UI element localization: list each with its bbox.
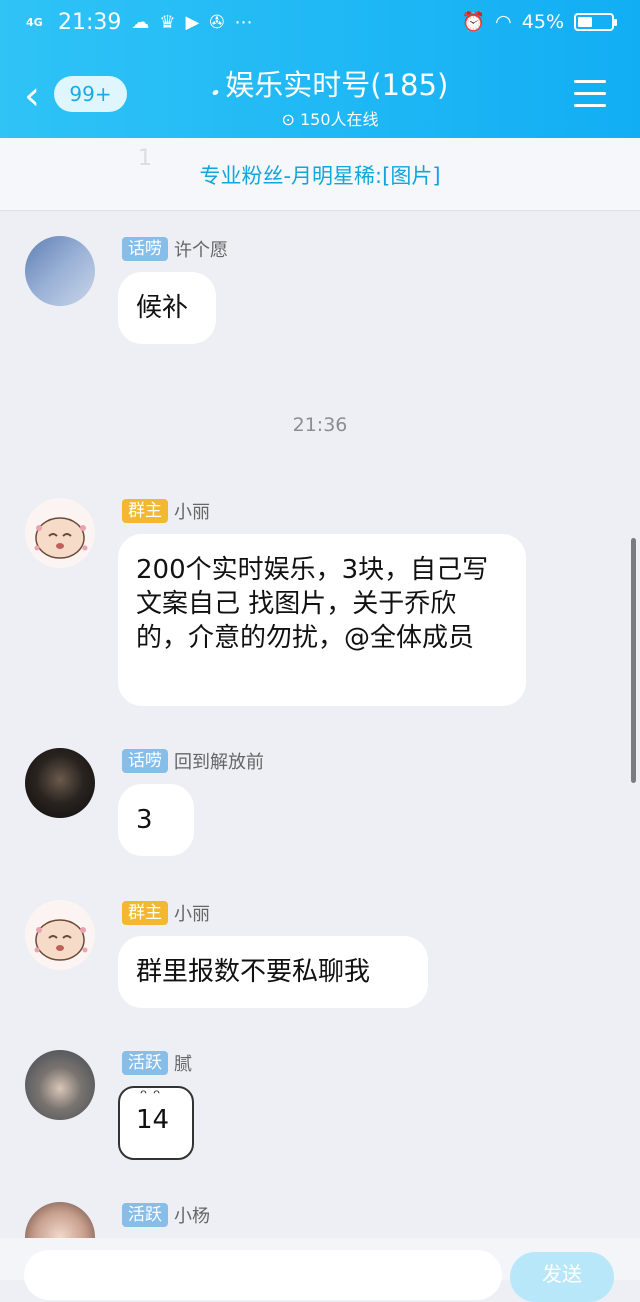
input-bar: 发送	[0, 1238, 640, 1302]
sender-name[interactable]: 许个愿	[174, 236, 228, 262]
message-bubble[interactable]: 群里报数不要私聊我	[118, 936, 428, 1008]
wifi-icon: ◠	[495, 10, 512, 33]
online-icon: ⊙	[281, 110, 295, 129]
bubble-decoration-icon: ᵔ ᵔ	[140, 1086, 161, 1107]
member-tag: 话唠	[122, 749, 168, 773]
chat-header: 4G 21:39 ☁ ♛ ▶ ✇ ⋯ ⏰ ◠ 45% ‹ 99+ 𝅘 娱乐实时号(…	[0, 0, 640, 138]
member-tag: 活跃	[122, 1051, 168, 1075]
avatar-face-icon	[34, 919, 88, 961]
avatar[interactable]	[25, 1050, 95, 1120]
message-bubble[interactable]: 200个实时娱乐，3块，自己写文案自己 找图片，关于乔欣的，介意的勿扰，@全体成…	[118, 534, 526, 706]
message-meta: 群主 小丽	[122, 900, 210, 926]
time-separator: 21:36	[292, 414, 348, 436]
member-tag: 话唠	[122, 237, 168, 261]
member-tag: 活跃	[122, 1203, 168, 1227]
avatar-face-icon	[34, 517, 88, 559]
message-bubble[interactable]: 候补	[118, 272, 216, 344]
sender-name[interactable]: 小丽	[174, 900, 210, 926]
avatar[interactable]	[25, 748, 95, 818]
message-text: 14	[136, 1105, 170, 1135]
scrollbar[interactable]	[631, 538, 636, 783]
member-tag: 群主	[122, 901, 168, 925]
member-tag: 群主	[122, 499, 168, 523]
ear-icon: 𝅘	[211, 73, 220, 101]
title-block[interactable]: 𝅘 娱乐实时号(185) ⊙ 150人在线	[190, 62, 470, 130]
network-indicator: 4G	[26, 15, 43, 29]
cloud-icon: ☁	[131, 12, 150, 33]
alarm-icon: ⏰	[461, 11, 486, 33]
message-meta: 群主 小丽	[122, 498, 210, 524]
status-time: 21:39	[58, 10, 122, 35]
crown-icon: ♛	[159, 12, 176, 33]
pinned-message-bar[interactable]: 1 专业粉丝-月明星稀:[图片]	[0, 138, 640, 211]
battery-icon	[574, 12, 617, 31]
sender-name[interactable]: 腻	[174, 1050, 192, 1076]
online-status: ⊙ 150人在线	[190, 106, 470, 130]
message-meta: 话唠 回到解放前	[122, 748, 264, 774]
pinned-text: 专业粉丝-月明星稀:[图片]	[199, 164, 441, 188]
avatar[interactable]	[25, 498, 95, 568]
chat-title: 𝅘 娱乐实时号(185)	[190, 62, 470, 104]
message-meta: 话唠 许个愿	[122, 236, 228, 262]
message-meta: 活跃 小杨	[122, 1202, 210, 1228]
avatar[interactable]	[25, 236, 95, 306]
back-icon[interactable]: ‹	[24, 76, 40, 116]
avatar[interactable]	[25, 900, 95, 970]
unread-badge[interactable]: 99+	[54, 76, 127, 112]
group-name: 娱乐实时号(185)	[225, 68, 449, 102]
more-icon: ⋯	[234, 12, 253, 33]
online-count: 150人在线	[299, 110, 379, 129]
send-button[interactable]: 发送	[510, 1252, 614, 1302]
message-bubble[interactable]: 3	[118, 784, 194, 856]
sender-name[interactable]: 回到解放前	[174, 748, 264, 774]
battery-percent: 45%	[521, 10, 564, 33]
play-icon: ▶	[185, 12, 200, 33]
status-bar: 4G 21:39 ☁ ♛ ▶ ✇ ⋯ ⏰ ◠ 45%	[0, 0, 640, 50]
sender-name[interactable]: 小丽	[174, 498, 210, 524]
sender-name[interactable]: 小杨	[174, 1202, 210, 1228]
wechat-icon: ✇	[209, 12, 225, 33]
message-meta: 活跃 腻	[122, 1050, 192, 1076]
message-input[interactable]	[24, 1250, 502, 1300]
menu-icon[interactable]	[574, 80, 606, 116]
